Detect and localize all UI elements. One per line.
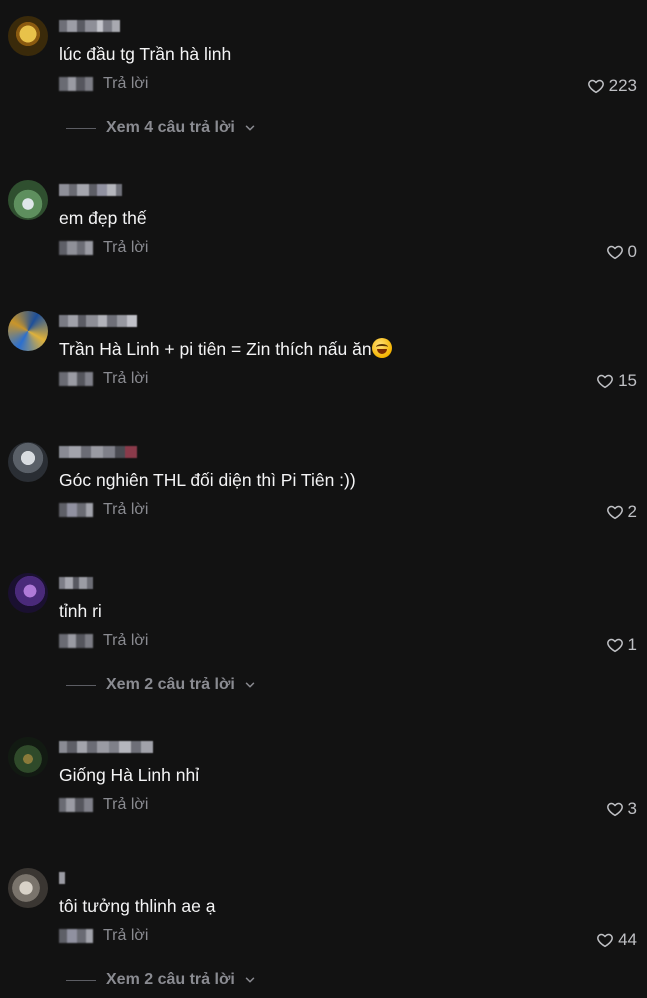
chevron-down-icon xyxy=(245,125,255,131)
comment-meta: Trả lời xyxy=(59,369,148,389)
reply-button[interactable]: Trả lời xyxy=(103,239,148,257)
username-blurred[interactable] xyxy=(59,577,93,589)
username-blurred[interactable] xyxy=(59,184,122,196)
like-button[interactable]: 3 xyxy=(606,799,637,819)
heart-outline-icon xyxy=(606,505,623,520)
comment-text: lúc đầu tg Trần hà linh xyxy=(59,44,232,64)
comment-text: Trần Hà Linh + pi tiên = Zin thích nấu ă… xyxy=(59,338,392,360)
heart-outline-icon xyxy=(606,638,623,653)
avatar[interactable] xyxy=(8,573,48,613)
divider-line xyxy=(66,979,96,981)
like-button[interactable]: 1 xyxy=(606,635,637,655)
comment-text: em đẹp thế xyxy=(59,208,147,228)
like-count: 223 xyxy=(608,76,637,95)
like-count: 1 xyxy=(627,635,637,654)
date-blurred xyxy=(59,372,93,386)
view-replies-label: Xem 4 câu trả lời xyxy=(106,119,235,136)
reply-button[interactable]: Trả lời xyxy=(103,75,148,93)
username-blurred[interactable] xyxy=(59,446,137,458)
date-blurred xyxy=(59,798,93,812)
like-count: 15 xyxy=(618,371,637,390)
reply-button[interactable]: Trả lời xyxy=(103,632,148,650)
like-button[interactable]: 44 xyxy=(596,930,637,950)
reply-button[interactable]: Trả lời xyxy=(103,501,148,519)
like-button[interactable]: 15 xyxy=(596,371,637,391)
reply-button[interactable]: Trả lời xyxy=(103,370,148,388)
comment-text-content: Trần Hà Linh + pi tiên = Zin thích nấu ă… xyxy=(59,339,372,359)
username-blurred[interactable] xyxy=(59,872,65,884)
reply-button[interactable]: Trả lời xyxy=(103,796,148,814)
reply-button[interactable]: Trả lời xyxy=(103,927,148,945)
view-replies-label: Xem 2 câu trả lời xyxy=(106,971,235,988)
like-count: 2 xyxy=(627,502,637,521)
heart-outline-icon xyxy=(597,933,613,948)
like-count: 44 xyxy=(618,930,637,949)
username-blurred[interactable] xyxy=(59,741,153,753)
date-blurred xyxy=(59,77,93,91)
heart-outline-icon xyxy=(597,374,613,389)
divider-line xyxy=(66,127,96,129)
comment-text: tỉnh ri xyxy=(59,601,102,621)
like-count: 0 xyxy=(627,242,637,261)
username-blurred[interactable] xyxy=(59,315,137,327)
comment-meta: Trả lời xyxy=(59,74,148,94)
avatar[interactable] xyxy=(8,180,48,220)
date-blurred xyxy=(59,241,93,255)
divider-line xyxy=(66,684,96,686)
avatar[interactable] xyxy=(8,311,48,351)
like-button[interactable]: 2 xyxy=(606,502,637,522)
view-replies-button[interactable]: Xem 2 câu trả lời xyxy=(66,970,257,990)
view-replies-button[interactable]: Xem 2 câu trả lời xyxy=(66,675,257,695)
comment-text: Góc nghiên THL đối diện thì Pi Tiên :)) xyxy=(59,470,356,490)
heart-outline-icon xyxy=(606,245,623,260)
avatar[interactable] xyxy=(8,16,48,56)
date-blurred xyxy=(59,929,93,943)
avatar[interactable] xyxy=(8,737,48,777)
view-replies-label: Xem 2 câu trả lời xyxy=(106,676,235,693)
comment-feed: lúc đầu tg Trần hà linh Trả lời 223 Xem … xyxy=(0,0,647,998)
comment-text: Giống Hà Linh nhỉ xyxy=(59,765,200,785)
comment-meta: Trả lời xyxy=(59,631,148,651)
avatar[interactable] xyxy=(8,442,48,482)
chevron-down-icon xyxy=(245,977,255,983)
comment-meta: Trả lời xyxy=(59,238,148,258)
username-blurred[interactable] xyxy=(59,20,120,32)
chevron-down-icon xyxy=(245,682,255,688)
comment-text: tôi tưởng thlinh ae ạ xyxy=(59,896,216,916)
date-blurred xyxy=(59,503,93,517)
comment-meta: Trả lời xyxy=(59,795,148,815)
like-button[interactable]: 0 xyxy=(606,242,637,262)
like-count: 3 xyxy=(627,799,637,818)
smiling-sweat-emoji-icon xyxy=(371,338,392,358)
date-blurred xyxy=(59,634,93,648)
avatar[interactable] xyxy=(8,868,48,908)
comment-meta: Trả lời xyxy=(59,926,148,946)
comment-meta: Trả lời xyxy=(59,500,148,520)
view-replies-button[interactable]: Xem 4 câu trả lời xyxy=(66,118,257,138)
heart-outline-icon xyxy=(606,802,623,817)
heart-outline-icon xyxy=(587,79,604,94)
like-button[interactable]: 223 xyxy=(587,76,637,96)
